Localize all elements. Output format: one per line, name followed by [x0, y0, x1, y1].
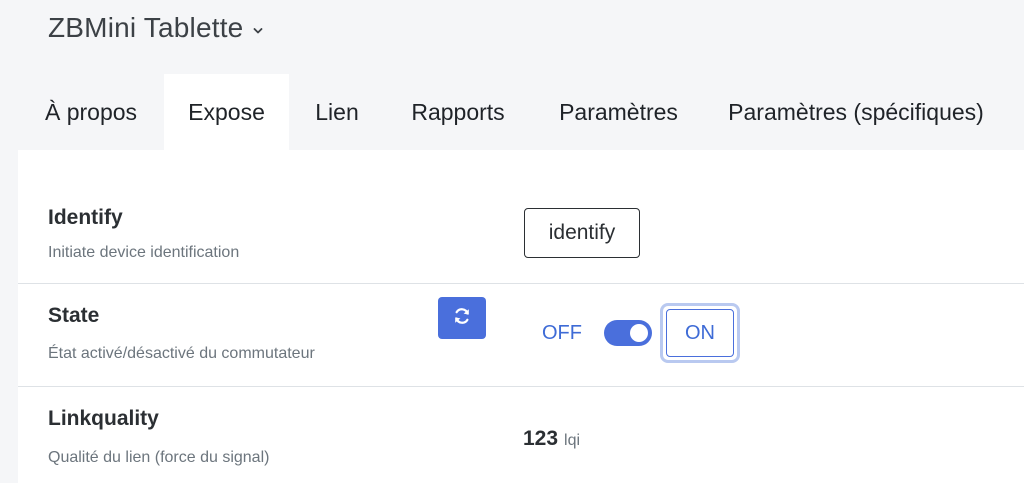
chevron-down-icon	[253, 23, 263, 34]
tab-parametres[interactable]: Paramètres	[531, 74, 706, 150]
state-off-button[interactable]: OFF	[542, 322, 582, 345]
device-title-dropdown[interactable]: ZBMini Tablette	[48, 10, 263, 46]
feature-description: Initiate device identification	[48, 244, 240, 261]
linkquality-reading: 123 lqi	[523, 427, 580, 451]
tab-lien[interactable]: Lien	[289, 74, 385, 150]
tab-bar: À propos Expose Lien Rapports Paramètres…	[18, 74, 1006, 150]
feature-row-linkquality: Linkquality Qualité du lien (force du si…	[18, 387, 1024, 483]
tab-label: Paramètres (spécifiques)	[728, 98, 984, 125]
tab-a-propos[interactable]: À propos	[18, 74, 164, 150]
tab-label: Rapports	[411, 98, 505, 125]
state-on-button[interactable]: ON	[660, 303, 740, 363]
state-toggle-switch[interactable]	[604, 320, 652, 346]
tab-label: Lien	[315, 98, 359, 125]
tab-rapports[interactable]: Rapports	[385, 74, 531, 150]
expose-panel: Identify Initiate device identification …	[18, 150, 1024, 483]
feature-name: Linkquality	[48, 407, 159, 430]
feature-row-state: State État activé/désactivé du commutate…	[18, 284, 1024, 387]
toggle-knob	[630, 324, 648, 342]
device-title: ZBMini Tablette	[48, 12, 244, 43]
feature-row-identify: Identify Initiate device identification …	[18, 150, 1024, 284]
tab-label: Expose	[188, 98, 265, 125]
feature-description: Qualité du lien (force du signal)	[48, 449, 270, 466]
state-on-label: ON	[666, 309, 734, 357]
feature-name: Identify	[48, 206, 123, 229]
tab-expose[interactable]: Expose	[164, 74, 289, 150]
identify-button[interactable]: identify	[524, 208, 640, 258]
feature-name: State	[48, 304, 100, 327]
refresh-icon	[452, 306, 472, 331]
tab-label: À propos	[44, 98, 138, 125]
tab-label: Paramètres	[559, 98, 678, 125]
refresh-state-button[interactable]	[438, 297, 486, 339]
linkquality-value: 123	[523, 427, 559, 450]
linkquality-unit: lqi	[564, 432, 581, 449]
tab-parametres-specifiques[interactable]: Paramètres (spécifiques)	[706, 74, 1006, 150]
feature-description: État activé/désactivé du commutateur	[48, 345, 315, 362]
